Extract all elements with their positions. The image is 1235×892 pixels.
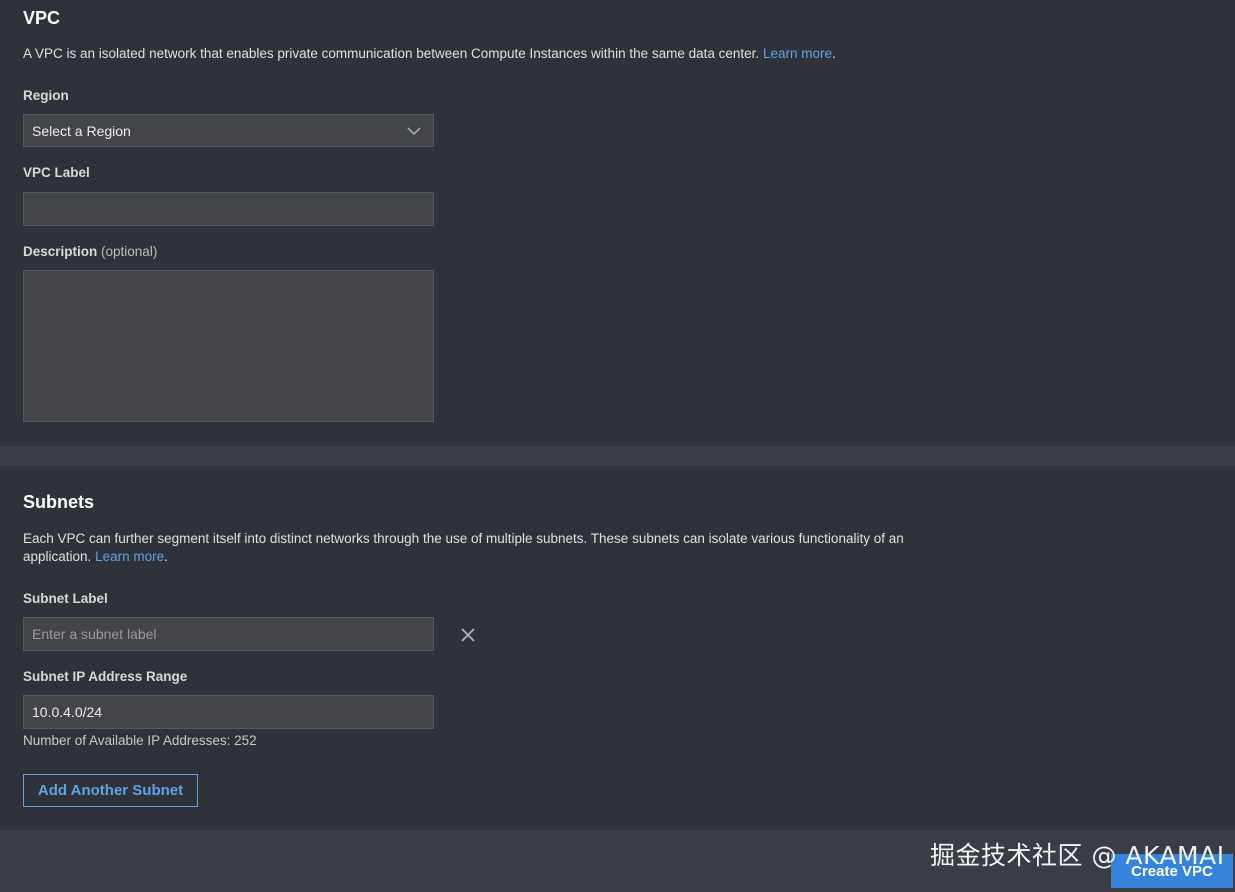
description-label: Description (optional) [23,244,157,259]
vpc-description: A VPC is an isolated network that enable… [23,45,836,63]
region-label: Region [23,88,69,103]
subnets-section-title: Subnets [23,492,95,512]
close-icon[interactable] [459,626,477,644]
vpc-description-text: A VPC is an isolated network that enable… [23,46,760,61]
ip-range-input[interactable] [23,695,434,729]
add-another-subnet-button[interactable]: Add Another Subnet [23,774,198,807]
vpc-label-input[interactable] [23,192,434,226]
ip-range-label: Subnet IP Address Range [23,669,188,684]
region-select[interactable]: Select a Region [23,114,434,147]
create-vpc-page: VPC A VPC is an isolated network that en… [0,0,1235,892]
vpc-label-label: VPC Label [23,165,90,180]
description-optional-tag: (optional) [101,244,158,259]
subnets-description-period: . [164,549,168,564]
subnets-learn-more-link[interactable]: Learn more [95,549,164,564]
available-ips-text: Number of Available IP Addresses: 252 [23,733,257,748]
description-label-text: Description [23,244,98,259]
subnet-label-input[interactable] [23,617,434,651]
description-textarea[interactable] [23,270,434,422]
vpc-description-period: . [831,46,836,61]
subnets-description: Each VPC can further segment itself into… [23,530,933,566]
region-select-value: Select a Region [32,122,131,139]
vpc-section: VPC A VPC is an isolated network that en… [0,0,1235,446]
vpc-learn-more-link[interactable]: Learn more [763,46,832,61]
vpc-section-title: VPC [23,8,61,28]
subnet-label-label: Subnet Label [23,591,108,606]
watermark-text: 掘金技术社区 @ AKAMAI [930,841,1225,870]
chevron-down-icon [407,127,421,136]
